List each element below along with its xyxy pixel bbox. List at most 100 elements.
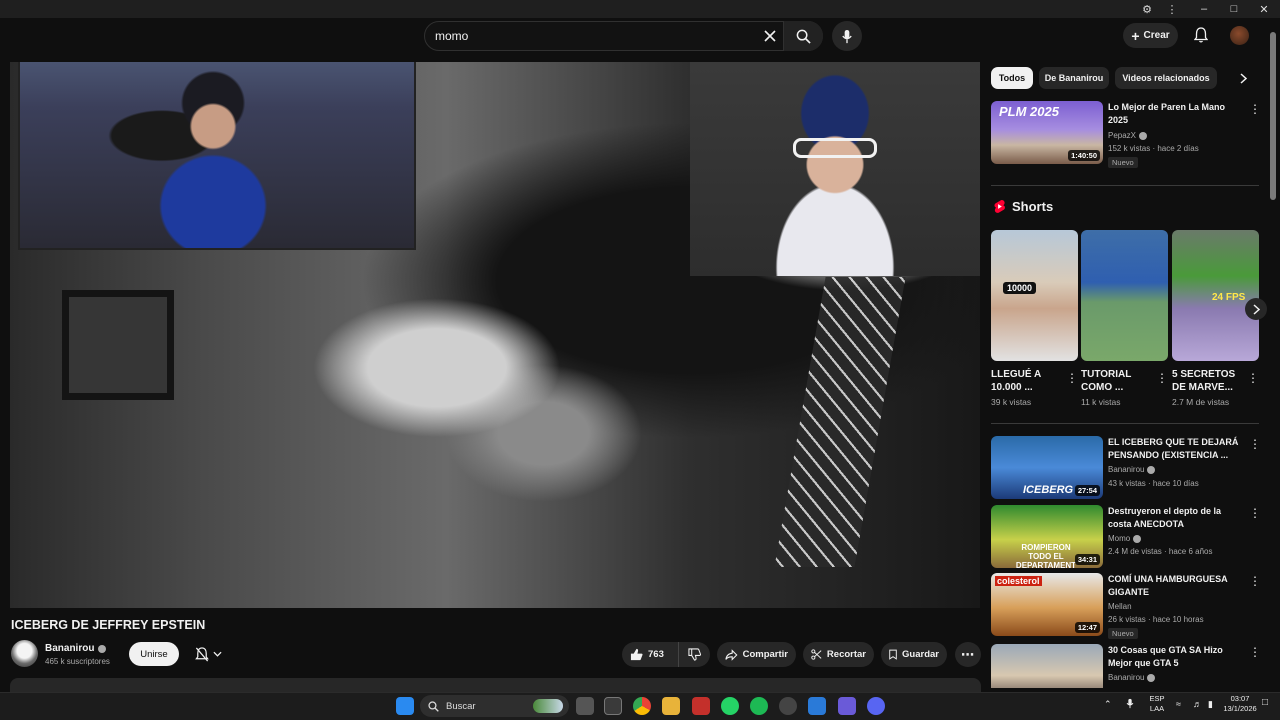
file-explorer-icon[interactable] — [662, 697, 680, 715]
like-count: 763 — [648, 649, 664, 660]
join-button[interactable]: Unirse — [129, 642, 179, 666]
verified-icon — [1139, 131, 1148, 140]
short-views: 39 k vistas — [991, 397, 1032, 407]
recommendation-item[interactable]: ROMPIERON TODO EL DEPARTAMENT 34:31 Dest… — [991, 505, 1261, 569]
search-icon — [796, 29, 811, 44]
search-highlight-icon — [533, 699, 563, 713]
shorts-icon — [994, 199, 1005, 213]
kebab-menu-icon[interactable]: ⋮ — [1249, 505, 1261, 521]
battery-icon[interactable]: ▮ — [1208, 699, 1213, 709]
search-button[interactable] — [783, 21, 823, 51]
share-button[interactable]: Compartir — [717, 642, 796, 667]
chips-next-button[interactable] — [1233, 68, 1253, 88]
chip-related-videos[interactable]: Videos relacionados — [1115, 67, 1217, 89]
wall-frame — [62, 290, 174, 400]
streamer-webcam-left — [18, 62, 416, 250]
description-box[interactable] — [10, 678, 981, 692]
short-title: 5 SECRETOS DE MARVE... — [1172, 369, 1236, 393]
recommendation-title: EL ICEBERG QUE TE DEJARÁ PENSANDO (EXIST… — [1108, 437, 1239, 460]
short-title: TUTORIAL COMO ... — [1081, 369, 1132, 393]
clock-date: 13/1/2026 — [1223, 704, 1257, 713]
microphone-tray-icon[interactable] — [1124, 698, 1136, 710]
steam-icon[interactable] — [779, 697, 797, 715]
video-player[interactable] — [10, 62, 980, 608]
short-item[interactable]: 24 FPS 5 SECRETOS DE MARVE... 2.7 M de v… — [1172, 230, 1259, 407]
chrome-icon[interactable] — [633, 697, 651, 715]
kebab-menu-icon[interactable]: ⋮ — [1247, 371, 1259, 385]
clip-button[interactable]: Recortar — [803, 642, 874, 667]
new-badge: Nuevo — [1108, 157, 1138, 168]
subscription-notifications-button[interactable] — [186, 642, 230, 666]
save-label: Guardar — [902, 649, 939, 660]
kebab-menu-icon[interactable]: ⋮ — [1249, 101, 1261, 117]
notification-center-icon[interactable]: □ — [1262, 698, 1268, 708]
whatsapp-icon[interactable] — [721, 697, 739, 715]
dislike-button[interactable] — [678, 642, 710, 667]
chevron-right-icon — [1252, 303, 1260, 315]
short-views: 2.7 M de vistas — [1172, 397, 1230, 407]
verified-icon — [1133, 534, 1142, 543]
browser-menu-icon[interactable]: ⋮ — [1158, 0, 1186, 18]
windows-start-icon[interactable] — [396, 697, 414, 715]
short-item[interactable]: TUTORIAL COMO ... 11 k vistas ⋮ — [1081, 230, 1168, 407]
spotify-icon[interactable] — [750, 697, 768, 715]
verified-icon — [1147, 673, 1156, 682]
video-title: ICEBERG DE JEFFREY EPSTEIN — [11, 618, 206, 632]
more-actions-button[interactable]: ⋯ — [955, 642, 981, 667]
streamer-webcam-right — [690, 62, 980, 276]
account-avatar[interactable] — [1230, 26, 1249, 45]
extensions-icon[interactable]: ⚙ — [1133, 0, 1161, 18]
video-thumbnail: colesterol 12:47 — [991, 573, 1103, 636]
discord-icon[interactable] — [867, 697, 885, 715]
recommendation-item[interactable]: ICEBERG 27:54 EL ICEBERG QUE TE DEJARÁ P… — [991, 436, 1261, 500]
taskbar-search[interactable]: Buscar — [420, 695, 569, 717]
notifications-button[interactable] — [1190, 24, 1212, 46]
bell-off-icon — [194, 646, 209, 661]
section-divider — [991, 185, 1259, 186]
channel-name[interactable]: Bananirou — [45, 643, 107, 654]
maximize-icon[interactable]: □ — [1220, 0, 1248, 18]
kebab-menu-icon[interactable]: ⋮ — [1066, 371, 1078, 385]
thumbnail-text: colesterol — [995, 576, 1042, 586]
game-launcher-icon[interactable] — [838, 697, 856, 715]
taskbar-clock[interactable]: 03:07 13/1/2026 — [1222, 694, 1258, 714]
voice-search-button[interactable] — [832, 21, 862, 51]
recommendation-meta: 26 k vistas · hace 10 horas — [1108, 615, 1204, 624]
short-thumbnail: 24 FPS — [1172, 230, 1259, 361]
channel-avatar[interactable] — [11, 640, 38, 667]
kebab-menu-icon[interactable]: ⋮ — [1249, 436, 1261, 452]
shorts-next-button[interactable] — [1245, 298, 1267, 320]
recommendation-channel: Mellan — [1108, 602, 1132, 611]
browser-titlebar: ⚙ ⋮ – □ ✕ — [0, 0, 1280, 18]
close-window-icon[interactable]: ✕ — [1250, 0, 1278, 18]
recommendation-item[interactable]: 30 Cosas que GTA SA Hizo Mejor que GTA 5… — [991, 644, 1261, 688]
recommendation-item[interactable]: PLM 2025 1:40:50 Lo Mejor de Paren La Ma… — [991, 101, 1261, 171]
tie — [774, 277, 906, 567]
minimize-icon[interactable]: – — [1190, 0, 1218, 18]
chip-all[interactable]: Todos — [991, 67, 1033, 89]
kebab-menu-icon[interactable]: ⋮ — [1156, 371, 1168, 385]
keyboard-language[interactable]: ESP LAA — [1148, 694, 1166, 714]
recommendation-meta: 152 k vistas · hace 2 días — [1108, 144, 1199, 153]
search-input[interactable] — [426, 22, 746, 50]
volume-icon[interactable]: ♬ — [1193, 699, 1202, 709]
task-view-icon[interactable] — [576, 697, 594, 715]
kebab-menu-icon[interactable]: ⋮ — [1249, 644, 1261, 660]
wifi-icon[interactable]: ≈ — [1176, 699, 1181, 709]
verified-icon — [1147, 465, 1156, 474]
page-scrollbar[interactable] — [1270, 32, 1276, 200]
store-icon[interactable] — [604, 697, 622, 715]
clear-search-button[interactable] — [759, 25, 781, 47]
kebab-menu-icon[interactable]: ⋮ — [1249, 573, 1261, 589]
video-thumbnail: ICEBERG 27:54 — [991, 436, 1103, 499]
create-button[interactable]: + Crear — [1123, 23, 1178, 48]
save-button[interactable]: Guardar — [881, 642, 947, 667]
recommendation-item[interactable]: colesterol 12:47 COMÍ UNA HAMBURGUESA GI… — [991, 573, 1261, 639]
like-button[interactable]: 763 — [622, 642, 678, 667]
tray-overflow-icon[interactable]: ⌃ — [1104, 699, 1112, 709]
youtube-app-icon[interactable] — [692, 697, 710, 715]
chevron-right-icon — [1239, 72, 1247, 84]
vscode-icon[interactable] — [808, 697, 826, 715]
short-item[interactable]: 10000 LLEGUÉ A 10.000 ... 39 k vistas ⋮ — [991, 230, 1078, 407]
chip-from-channel[interactable]: De Bananirou — [1039, 67, 1109, 89]
